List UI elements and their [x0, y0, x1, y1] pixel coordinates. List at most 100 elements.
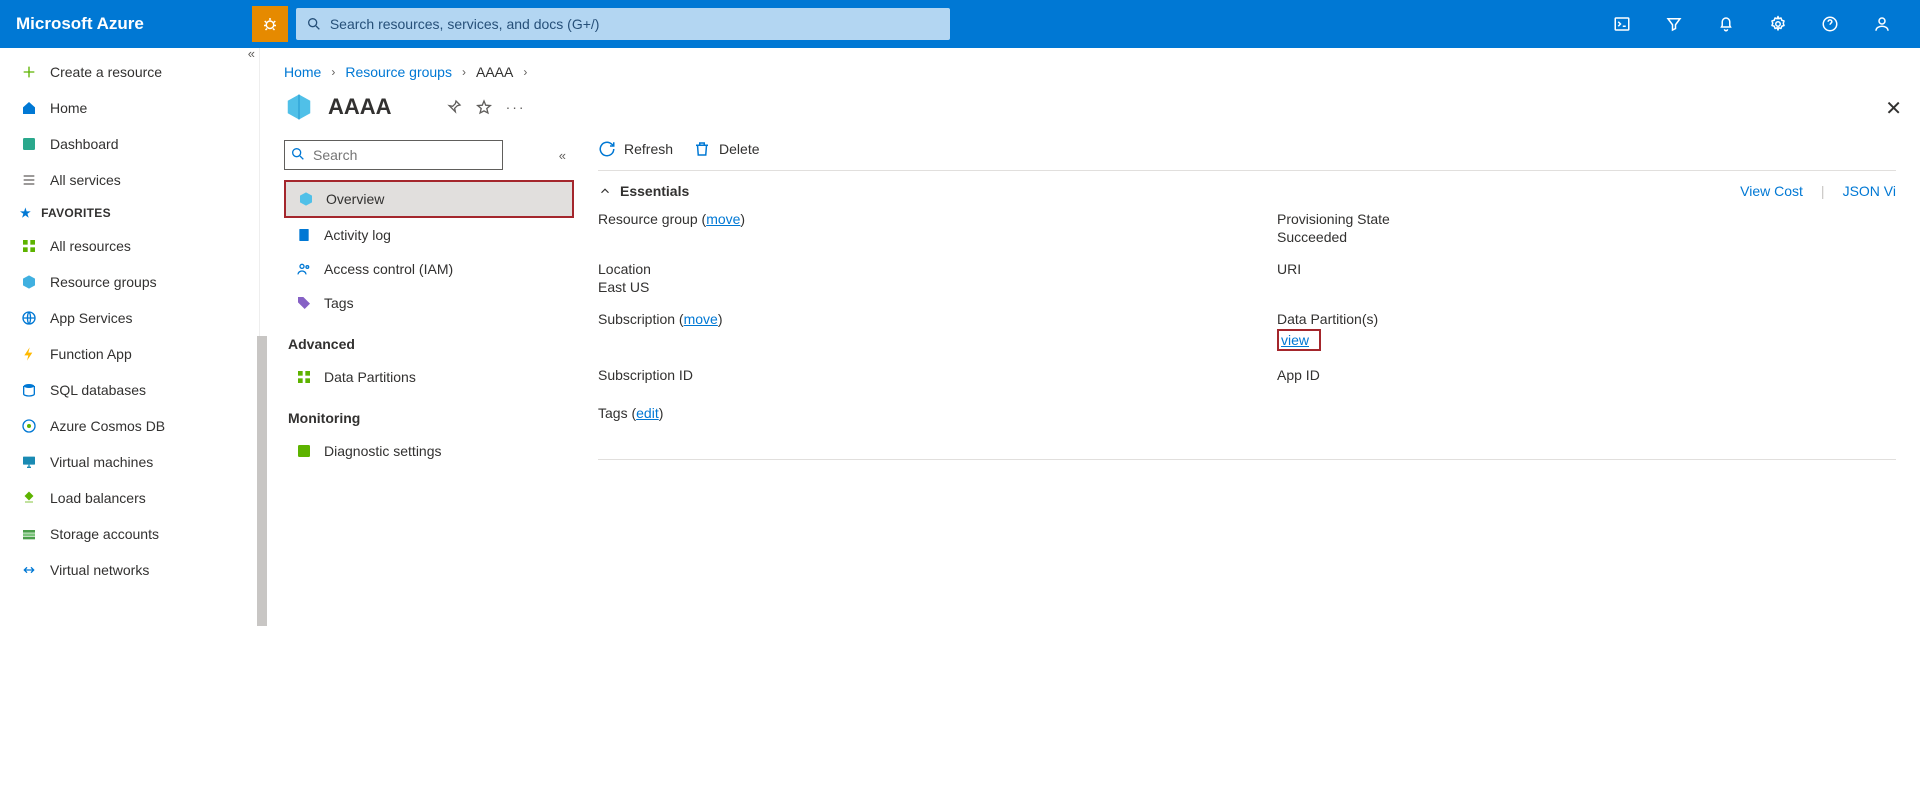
refresh-icon — [598, 140, 616, 158]
help-icon[interactable] — [1808, 2, 1852, 46]
titlebar: AAAA ··· — [284, 92, 1896, 122]
submenu-access-control[interactable]: Access control (IAM) — [284, 252, 574, 286]
nav-label: Function App — [50, 346, 132, 362]
submenu-heading-monitoring: Monitoring — [284, 394, 574, 434]
nav-home[interactable]: Home — [0, 90, 259, 126]
feedback-icon[interactable] — [1860, 2, 1904, 46]
database-icon — [20, 381, 38, 399]
submenu-heading-advanced: Advanced — [284, 320, 574, 360]
search-icon — [290, 146, 306, 162]
submenu-tags[interactable]: Tags — [284, 286, 574, 320]
nav-sql-databases[interactable]: SQL databases — [0, 372, 259, 408]
nav-label: Create a resource — [50, 64, 162, 80]
field-tags: Tags (edit) — [598, 405, 1896, 421]
button-label: Delete — [719, 141, 759, 157]
cosmos-icon — [20, 417, 38, 435]
notifications-icon[interactable] — [1704, 2, 1748, 46]
debug-icon[interactable] — [252, 6, 288, 42]
submenu-label: Access control (IAM) — [324, 261, 453, 277]
pin-icon[interactable] — [446, 99, 462, 115]
nav-load-balancers[interactable]: Load balancers — [0, 480, 259, 516]
submenu-data-partitions[interactable]: Data Partitions — [284, 360, 574, 394]
chevron-right-icon: › — [331, 65, 335, 79]
submenu-label: Diagnostic settings — [324, 443, 442, 459]
nav-label: App Services — [50, 310, 132, 326]
network-icon — [20, 561, 38, 579]
submenu-label: Overview — [326, 191, 384, 207]
nav-resource-groups[interactable]: Resource groups — [0, 264, 259, 300]
breadcrumb-home[interactable]: Home — [284, 64, 321, 80]
view-cost-link[interactable]: View Cost — [1740, 183, 1803, 199]
chevron-right-icon: › — [523, 65, 527, 79]
field-app-id: App ID — [1277, 367, 1896, 383]
view-partitions-link[interactable]: view — [1281, 332, 1309, 348]
move-sub-link[interactable]: move — [684, 311, 718, 327]
nav-cosmos-db[interactable]: Azure Cosmos DB — [0, 408, 259, 444]
close-icon[interactable]: ✕ — [1885, 96, 1902, 121]
nav-function-app[interactable]: Function App — [0, 336, 259, 372]
field-data-partitions: Data Partition(s) view — [1277, 311, 1896, 351]
submenu: « Overview Activity log Access control (… — [284, 140, 574, 468]
breadcrumb-rg[interactable]: Resource groups — [345, 64, 452, 80]
move-rg-link[interactable]: move — [706, 211, 740, 227]
divider — [598, 459, 1896, 460]
json-view-link[interactable]: JSON Vi — [1843, 183, 1896, 199]
refresh-button[interactable]: Refresh — [598, 140, 673, 158]
more-icon[interactable]: ··· — [506, 99, 526, 115]
topbar: Microsoft Azure — [0, 0, 1920, 48]
nav-label: Azure Cosmos DB — [50, 418, 165, 434]
nav-all-resources[interactable]: All resources — [0, 228, 259, 264]
grid-icon — [296, 369, 312, 385]
settings-icon[interactable] — [1756, 2, 1800, 46]
breadcrumb-current: AAAA — [476, 64, 513, 80]
left-nav: « Create a resource Home Dashboard All s… — [0, 48, 260, 588]
global-search-input[interactable] — [330, 16, 940, 32]
edit-tags-link[interactable]: edit — [636, 405, 659, 421]
nav-virtual-machines[interactable]: Virtual machines — [0, 444, 259, 480]
nav-dashboard[interactable]: Dashboard — [0, 126, 259, 162]
nav-create-resource[interactable]: Create a resource — [0, 54, 259, 90]
plus-icon — [20, 63, 38, 81]
nav-label: Home — [50, 100, 87, 116]
nav-virtual-networks[interactable]: Virtual networks — [0, 552, 259, 588]
submenu-activity-log[interactable]: Activity log — [284, 218, 574, 252]
button-label: Refresh — [624, 141, 673, 157]
submenu-label: Tags — [324, 295, 354, 311]
submenu-overview[interactable]: Overview — [284, 180, 574, 218]
dashboard-icon — [20, 135, 38, 153]
search-icon — [306, 16, 322, 32]
people-icon — [296, 261, 312, 277]
field-subscription: Subscription (move) — [598, 311, 1217, 351]
star-outline-icon[interactable] — [476, 99, 492, 115]
submenu-diagnostic-settings[interactable]: Diagnostic settings — [284, 434, 574, 468]
delete-button[interactable]: Delete — [693, 140, 759, 158]
collapse-leftnav-icon[interactable]: « — [248, 46, 255, 61]
submenu-label: Activity log — [324, 227, 391, 243]
detail-pane: Refresh Delete Essentials View Cost | JS… — [598, 140, 1896, 468]
nav-app-services[interactable]: App Services — [0, 300, 259, 336]
tag-icon — [296, 295, 312, 311]
submenu-search-input[interactable] — [284, 140, 503, 170]
field-uri: URI — [1277, 261, 1896, 295]
nav-storage-accounts[interactable]: Storage accounts — [0, 516, 259, 552]
nav-label: Virtual networks — [50, 562, 149, 578]
nav-all-services[interactable]: All services — [0, 162, 259, 198]
home-icon — [20, 99, 38, 117]
field-location: Location East US — [598, 261, 1217, 295]
collapse-submenu-icon[interactable]: « — [559, 148, 566, 163]
nav-label: Virtual machines — [50, 454, 153, 470]
page-title: AAAA — [328, 94, 392, 120]
global-search[interactable] — [296, 8, 950, 40]
essentials-title: Essentials — [620, 183, 689, 199]
grid-icon — [20, 237, 38, 255]
star-icon: ★ — [20, 206, 31, 220]
nav-label: Storage accounts — [50, 526, 159, 542]
cloud-shell-icon[interactable] — [1600, 2, 1644, 46]
log-icon — [296, 227, 312, 243]
bolt-icon — [20, 345, 38, 363]
chevron-up-icon[interactable] — [598, 184, 612, 198]
essentials-header: Essentials View Cost | JSON Vi — [598, 171, 1896, 211]
load-balancer-icon — [20, 489, 38, 507]
filter-icon[interactable] — [1652, 2, 1696, 46]
nav-label: Load balancers — [50, 490, 146, 506]
